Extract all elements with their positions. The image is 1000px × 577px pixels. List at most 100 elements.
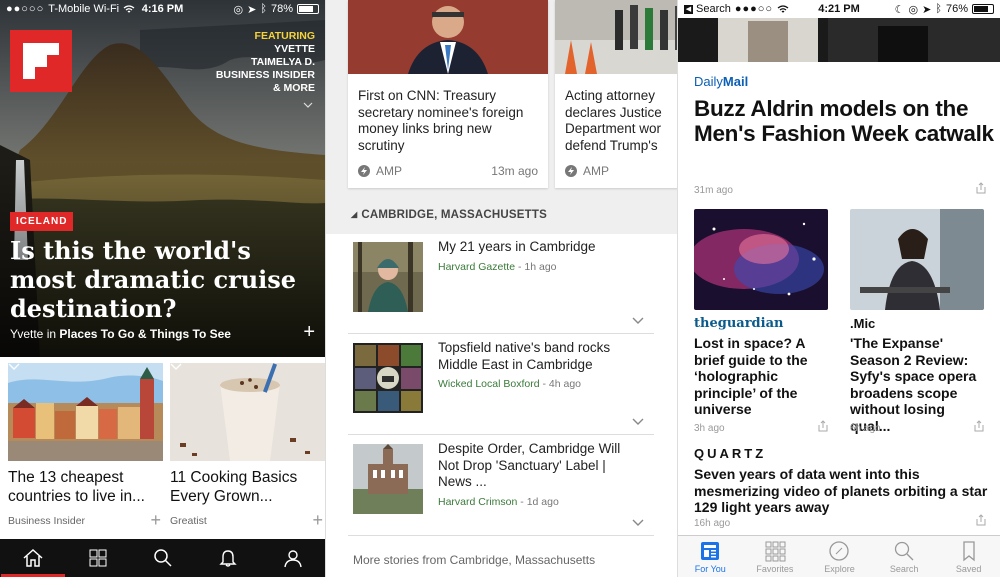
story-source-line: Wicked Local Boxford - 4h ago (438, 378, 582, 390)
byline-magazine[interactable]: Places To Go & Things To See (59, 327, 231, 341)
share-icon[interactable] (976, 182, 986, 194)
featuring-name: BUSINESS INSIDER (215, 69, 315, 81)
amp-label: AMP (583, 164, 610, 178)
publisher-logo[interactable]: DailyMail (694, 74, 748, 89)
tab-explore[interactable]: Explore (808, 536, 870, 577)
tab-for-you[interactable]: For You (679, 536, 741, 577)
section-header[interactable]: ◢ CAMBRIDGE, MASSACHUSETTS (326, 194, 677, 234)
flipboard-logo[interactable] (10, 30, 72, 92)
chevron-down-icon[interactable] (170, 363, 182, 371)
byline-author[interactable]: Yvette (10, 327, 43, 341)
top-story-meta: AMP 13m ago (358, 164, 538, 178)
back-to-search[interactable]: Search (696, 3, 731, 15)
tab-profile[interactable] (273, 539, 313, 577)
tab-favorites[interactable]: Favorites (744, 536, 806, 577)
article-image (850, 209, 984, 310)
collapse-triangle-icon: ◢ (351, 210, 358, 219)
article-image (694, 209, 828, 310)
more-stories-link[interactable]: More stories from Cambridge, Massachuset… (353, 553, 595, 567)
add-icon[interactable]: + (312, 510, 323, 531)
hero-title[interactable]: Is this the world's most dramatic cruise… (10, 236, 315, 323)
status-bar: ◀ Search ●●●○○ 4:21 PM ☾ ◎ ➤ ᛒ 76% (678, 0, 1000, 18)
story-source[interactable]: Wicked Local Boxford (438, 378, 540, 390)
story-time: 4h ago (548, 378, 582, 390)
story-card-image (8, 363, 163, 461)
article-title[interactable]: 'The Expanse' Season 2 Review: Syfy's sp… (850, 335, 984, 434)
story-thumb (353, 242, 423, 312)
tab-search[interactable] (143, 539, 183, 577)
top-story-title[interactable]: First on CNN: Treasury secretary nominee… (348, 74, 548, 154)
article-title[interactable]: Lost in space? A brief guide to the ‘hol… (694, 335, 828, 418)
battery-percent: 78% (270, 3, 293, 15)
tab-notifications[interactable] (208, 539, 248, 577)
chevron-down-icon[interactable] (303, 100, 313, 110)
section-title: CAMBRIDGE, MASSACHUSETTS (361, 209, 547, 221)
wifi-icon (777, 4, 789, 12)
story-card-title[interactable]: The 13 cheapest countries to live in... (8, 468, 163, 506)
story-card[interactable]: 11 Cooking Basics Every Grown... Greatis… (170, 363, 325, 533)
story-title: My 21 years in Cambridge Harvard Gazette… (438, 239, 638, 275)
article-tile[interactable]: theguardian Lost in space? A brief guide… (694, 209, 828, 434)
battery-icon (972, 4, 994, 14)
story-source[interactable]: Harvard Gazette (438, 261, 515, 273)
featuring-name: & MORE (273, 82, 315, 94)
article-tile[interactable]: .Mic 'The Expanse' Season 2 Review: Syfy… (850, 209, 984, 434)
tab-label: Explore (824, 564, 855, 574)
story-headline[interactable]: My 21 years in Cambridge (438, 239, 638, 256)
article-time: 6h ago (850, 423, 881, 434)
tab-home[interactable] (0, 539, 65, 577)
signal-icon: ●●●○○ (734, 3, 774, 15)
top-story-card[interactable]: Acting attorney declares Justice Departm… (555, 0, 677, 188)
bluetooth-icon: ᛒ (935, 3, 942, 15)
tab-saved[interactable]: Saved (938, 536, 1000, 577)
battery-percent: 76% (945, 3, 968, 15)
lead-time: 31m ago (694, 185, 733, 196)
article-title[interactable]: Seven years of data went into this mesme… (694, 466, 990, 516)
battery-icon (297, 4, 319, 14)
hero-byline: Yvette in Places To Go & Things To See (10, 327, 231, 341)
add-icon[interactable]: + (303, 322, 315, 342)
story-time: 13m ago (491, 164, 538, 178)
top-story-card[interactable]: First on CNN: Treasury secretary nominee… (348, 0, 548, 188)
story-card-title[interactable]: 11 Cooking Basics Every Grown... (170, 468, 325, 506)
chevron-down-icon[interactable] (8, 363, 20, 371)
hero-story[interactable]: ●●○○○ T-Mobile Wi-Fi 4:16 PM ◎ ➤ ᛒ 78% F… (0, 0, 325, 357)
publisher-name[interactable]: .Mic (850, 316, 984, 331)
story-headline[interactable]: Despite Order, Cambridge Will Not Drop '… (438, 441, 638, 491)
signal-icon: ●●○○○ (6, 3, 45, 15)
favorites-grid-icon (765, 541, 786, 562)
story-row[interactable]: Despite Order, Cambridge Will Not Drop '… (348, 436, 654, 536)
story-row[interactable]: Topsfield native's band rocks Middle Eas… (348, 335, 654, 435)
top-story-title[interactable]: Acting attorney declares Justice Departm… (555, 74, 677, 154)
location-icon: ➤ (922, 3, 932, 16)
story-card-source[interactable]: Business Insider (8, 515, 85, 527)
bluetooth-icon: ᛒ (260, 3, 267, 15)
story-thumb (353, 444, 423, 514)
publisher-name[interactable]: QUARTZ (694, 446, 766, 461)
back-arrow-icon[interactable]: ◀ (684, 4, 693, 14)
story-row[interactable]: My 21 years in Cambridge Harvard Gazette… (348, 234, 654, 334)
tab-label: Search (889, 564, 919, 574)
publisher-name[interactable]: theguardian (694, 316, 828, 331)
share-icon[interactable] (976, 514, 986, 526)
story-headline[interactable]: Topsfield native's band rocks Middle Eas… (438, 340, 638, 373)
amp-bolt-icon (358, 165, 370, 177)
tab-grid[interactable] (78, 539, 118, 577)
topic-tag[interactable]: ICELAND (10, 212, 74, 231)
lead-headline[interactable]: Buzz Aldrin models on the Men's Fashion … (694, 96, 994, 146)
compass-icon (829, 541, 850, 561)
add-icon[interactable]: + (150, 510, 161, 531)
tab-label: Saved (955, 564, 982, 574)
apple-news-tab-bar: For You Favorites Explore Search Saved (678, 535, 1000, 577)
news-screen: First on CNN: Treasury secretary nominee… (325, 0, 677, 577)
chevron-down-icon[interactable] (632, 418, 644, 426)
lock-rotation-icon: ◎ (908, 3, 919, 16)
tab-search[interactable]: Search (873, 536, 935, 577)
share-icon[interactable] (818, 420, 828, 432)
story-card[interactable]: The 13 cheapest countries to live in... … (8, 363, 163, 533)
chevron-down-icon[interactable] (632, 317, 644, 325)
story-card-source[interactable]: Greatist (170, 515, 207, 527)
chevron-down-icon[interactable] (632, 519, 644, 527)
share-icon[interactable] (974, 420, 984, 432)
story-source[interactable]: Harvard Crimson (438, 496, 517, 508)
